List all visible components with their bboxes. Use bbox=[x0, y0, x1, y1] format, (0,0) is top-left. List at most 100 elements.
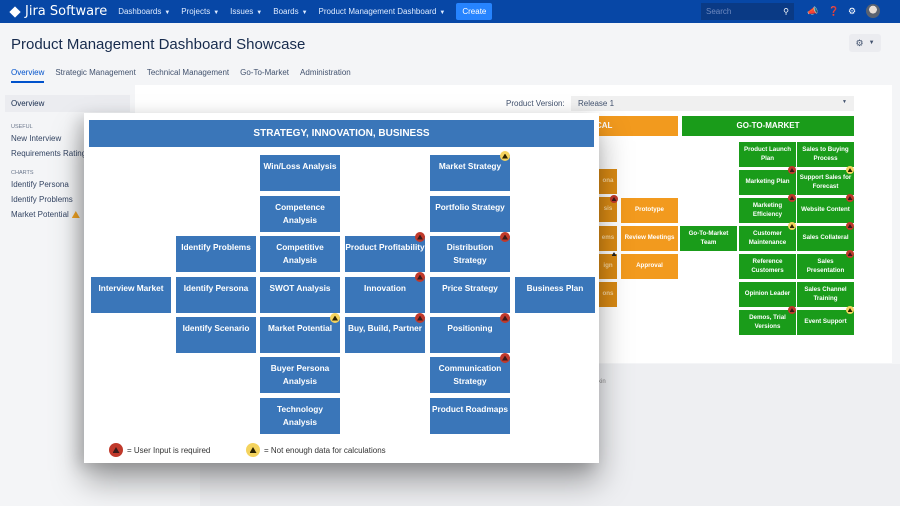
technical-box[interactable]: ons bbox=[599, 282, 617, 307]
box-identify-scenario[interactable]: Identify Scenario bbox=[176, 317, 256, 353]
gtm-box[interactable]: Website Content bbox=[797, 198, 854, 223]
not-enough-data-icon bbox=[330, 313, 340, 323]
search-icon: ⚲ bbox=[783, 7, 789, 16]
nav-boards[interactable]: Boards ▼ bbox=[273, 7, 307, 16]
box-market-strategy[interactable]: Market Strategy bbox=[430, 155, 510, 191]
gtm-box[interactable]: Event Support bbox=[797, 310, 854, 335]
user-input-required-icon bbox=[415, 232, 425, 242]
box-communication-strategy[interactable]: Communication Strategy bbox=[430, 357, 510, 393]
tab-go-to-market[interactable]: Go-To-Market bbox=[240, 68, 289, 83]
box-price-strategy[interactable]: Price Strategy bbox=[430, 277, 510, 313]
chevron-down-icon: ▼ bbox=[213, 10, 220, 16]
user-input-required-icon bbox=[415, 313, 425, 323]
jira-logo[interactable]: Jira Software bbox=[9, 4, 107, 19]
user-input-required-icon bbox=[109, 443, 123, 457]
strategy-overlay-panel: STRATEGY, INNOVATION, BUSINESS Interview… bbox=[84, 113, 599, 463]
box-buyer-persona-analysis[interactable]: Buyer Persona Analysis bbox=[260, 357, 340, 393]
nav-dashboards[interactable]: Dashboards ▼ bbox=[118, 7, 170, 16]
sidebar-item-market-potential-label: Market Potential bbox=[11, 210, 69, 219]
box-win-loss-analysis[interactable]: Win/Loss Analysis bbox=[260, 155, 340, 191]
warning-icon bbox=[610, 250, 618, 258]
chevron-down-icon: ▼ bbox=[842, 99, 847, 105]
tab-administration[interactable]: Administration bbox=[300, 68, 351, 83]
box-distribution-strategy[interactable]: Distribution Strategy bbox=[430, 236, 510, 272]
help-icon[interactable]: ❓ bbox=[828, 5, 840, 17]
tab-strategic-management[interactable]: Strategic Management bbox=[55, 68, 136, 83]
not-enough-data-icon bbox=[788, 222, 796, 230]
not-enough-data-icon bbox=[846, 166, 854, 174]
user-input-required-icon bbox=[788, 166, 796, 174]
gtm-box[interactable]: Sales Collateral bbox=[797, 226, 854, 251]
sidebar-item-overview[interactable]: Overview bbox=[5, 95, 130, 112]
box-business-plan[interactable]: Business Plan bbox=[515, 277, 595, 313]
chevron-down-icon: ▼ bbox=[256, 10, 263, 16]
technical-box-review-meetings[interactable]: Review Meetings bbox=[621, 226, 678, 251]
technical-box-prototype[interactable]: Prototype bbox=[621, 198, 678, 223]
nav-pmd-label: Product Management Dashboard bbox=[318, 7, 437, 16]
nav-projects-label: Projects bbox=[181, 7, 211, 16]
not-enough-data-icon bbox=[846, 306, 854, 314]
jira-diamond-icon bbox=[9, 5, 21, 18]
box-identify-problems[interactable]: Identify Problems bbox=[176, 236, 256, 272]
tab-overview[interactable]: Overview bbox=[11, 68, 45, 83]
search-input[interactable]: Search ⚲ bbox=[701, 3, 794, 20]
search-placeholder: Search bbox=[706, 7, 732, 16]
settings-gear-icon[interactable]: ⚙ bbox=[846, 5, 858, 17]
box-portfolio-strategy[interactable]: Portfolio Strategy bbox=[430, 196, 510, 232]
gtm-box[interactable]: Marketing Plan bbox=[739, 170, 796, 195]
legend-user-input-text: = User Input is required bbox=[127, 445, 211, 455]
nav-dashboards-label: Dashboards bbox=[118, 7, 162, 16]
chevron-down-icon: ▼ bbox=[868, 40, 875, 46]
gtm-box-go-to-market-team[interactable]: Go-To-Market Team bbox=[680, 226, 737, 251]
gtm-box[interactable]: Sales to Buying Process bbox=[797, 142, 854, 167]
notifications-megaphone-icon[interactable]: 📣 bbox=[807, 5, 819, 17]
nav-boards-label: Boards bbox=[273, 7, 299, 16]
technical-column-header: CAL bbox=[590, 116, 678, 136]
box-technology-analysis[interactable]: Technology Analysis bbox=[260, 398, 340, 434]
create-button[interactable]: Create bbox=[456, 3, 493, 20]
box-product-profitability[interactable]: Product Profitability bbox=[345, 236, 425, 272]
gtm-box[interactable]: Sales Presentation bbox=[797, 254, 854, 279]
box-identify-persona[interactable]: Identify Persona bbox=[176, 277, 256, 313]
gtm-box[interactable]: Customer Maintenance bbox=[739, 226, 796, 251]
gtm-box[interactable]: Marketing Efficiency bbox=[739, 198, 796, 223]
strategy-section-header: STRATEGY, INNOVATION, BUSINESS bbox=[89, 120, 594, 147]
technical-box[interactable]: ona bbox=[599, 169, 617, 194]
gtm-box[interactable]: Product Launch Plan bbox=[739, 142, 796, 167]
box-positioning[interactable]: Positioning bbox=[430, 317, 510, 353]
box-market-potential[interactable]: Market Potential bbox=[260, 317, 340, 353]
box-buy-build-partner[interactable]: Buy, Build, Partner bbox=[345, 317, 425, 353]
gtm-box[interactable]: Sales Channel Training bbox=[797, 282, 854, 307]
user-input-required-icon bbox=[846, 250, 854, 258]
go-to-market-column-header: GO-TO-MARKET bbox=[682, 116, 854, 136]
partial-text: kin bbox=[598, 379, 606, 385]
gear-icon: ⚙ bbox=[855, 37, 864, 48]
box-swot-analysis[interactable]: SWOT Analysis bbox=[260, 277, 340, 313]
dashboard-tools-button[interactable]: ⚙ ▼ bbox=[849, 34, 881, 52]
chevron-down-icon: ▼ bbox=[439, 10, 446, 16]
gtm-box[interactable]: Opinion Leader bbox=[739, 282, 796, 307]
box-product-roadmaps[interactable]: Product Roadmaps bbox=[430, 398, 510, 434]
legend-user-input: = User Input is required bbox=[109, 443, 210, 457]
user-input-required-icon bbox=[500, 232, 510, 242]
box-competence-analysis[interactable]: Competence Analysis bbox=[260, 196, 340, 232]
legend-not-enough-data: = Not enough data for calculations bbox=[246, 443, 386, 457]
technical-box-approval[interactable]: Approval bbox=[621, 254, 678, 279]
gtm-box[interactable]: Demos, Trial Versions bbox=[739, 310, 796, 335]
user-avatar[interactable] bbox=[866, 4, 880, 18]
nav-projects[interactable]: Projects ▼ bbox=[181, 7, 219, 16]
gtm-box[interactable]: Reference Customers bbox=[739, 254, 796, 279]
box-innovation[interactable]: Innovation bbox=[345, 277, 425, 313]
dashboard-tabs: Overview Strategic Management Technical … bbox=[11, 68, 351, 83]
technical-box[interactable]: ems bbox=[599, 226, 617, 251]
user-input-required-icon bbox=[610, 195, 618, 203]
gtm-box[interactable]: Support Sales for Forecast bbox=[797, 170, 854, 195]
product-version-select[interactable]: Release 1 ▼ bbox=[571, 96, 854, 111]
nav-issues[interactable]: Issues ▼ bbox=[230, 7, 262, 16]
nav-product-management-dashboard[interactable]: Product Management Dashboard ▼ bbox=[319, 7, 446, 16]
page-title: Product Management Dashboard Showcase bbox=[11, 36, 306, 53]
tab-technical-management[interactable]: Technical Management bbox=[147, 68, 229, 83]
box-competitive-analysis[interactable]: Competitive Analysis bbox=[260, 236, 340, 272]
box-interview-market[interactable]: Interview Market bbox=[91, 277, 171, 313]
user-input-required-icon bbox=[415, 272, 425, 282]
